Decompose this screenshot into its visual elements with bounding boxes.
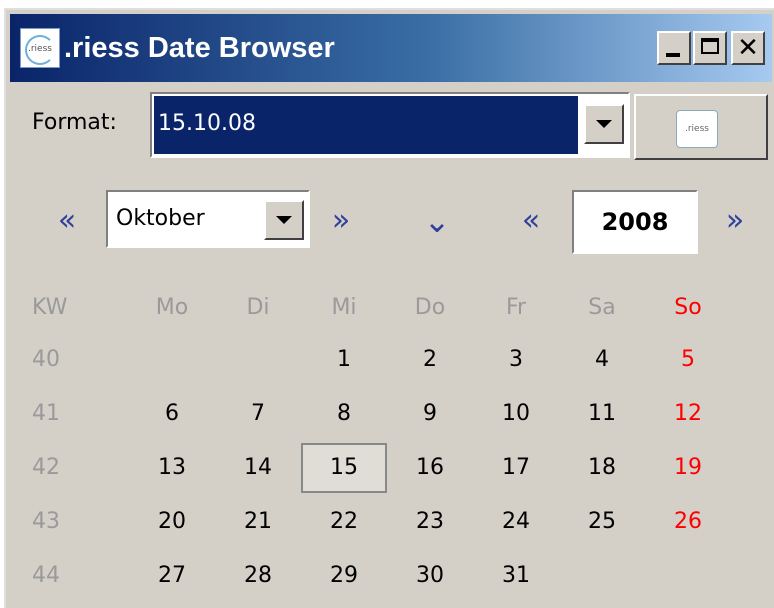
week-number: 40 bbox=[32, 347, 60, 372]
year-field[interactable]: 2008 bbox=[572, 190, 698, 254]
week-number: 42 bbox=[32, 455, 60, 480]
weekday-header: So bbox=[674, 295, 702, 320]
day-cell[interactable]: 29 bbox=[304, 556, 384, 596]
title-bar[interactable]: .riess .riess Date Browser ✕ bbox=[10, 14, 772, 82]
weekday-header: Mo bbox=[155, 295, 189, 320]
day-cell[interactable]: 11 bbox=[562, 394, 642, 434]
riess-logo-icon: .riess bbox=[676, 110, 718, 148]
day-cell[interactable]: 12 bbox=[648, 394, 728, 434]
day-cell[interactable]: 9 bbox=[390, 394, 470, 434]
riess-logo-icon: .riess bbox=[20, 28, 60, 68]
format-label: Format: bbox=[32, 110, 117, 135]
prev-year-icon[interactable]: « bbox=[514, 200, 548, 242]
day-cell[interactable]: 30 bbox=[390, 556, 470, 596]
week-number: 43 bbox=[32, 509, 60, 534]
day-cell[interactable]: 17 bbox=[476, 448, 556, 488]
week-number: 44 bbox=[32, 563, 60, 588]
day-cell[interactable]: 14 bbox=[218, 448, 298, 488]
minimize-icon bbox=[666, 53, 680, 57]
day-cell[interactable]: 8 bbox=[304, 394, 384, 434]
chevron-down-icon bbox=[596, 120, 612, 128]
weekday-header: Do bbox=[414, 295, 446, 320]
day-cell[interactable]: 6 bbox=[132, 394, 212, 434]
weekday-header: Fr bbox=[505, 295, 527, 320]
day-cell[interactable]: 7 bbox=[218, 394, 298, 434]
day-cell[interactable]: 20 bbox=[132, 502, 212, 542]
format-value[interactable]: 15.10.08 bbox=[154, 96, 578, 154]
day-cell[interactable]: 24 bbox=[476, 502, 556, 542]
month-value: Oktober bbox=[116, 206, 205, 231]
day-cell[interactable]: 10 bbox=[476, 394, 556, 434]
window-title: .riess Date Browser bbox=[64, 32, 335, 64]
next-month-icon[interactable]: » bbox=[324, 200, 358, 242]
format-combo[interactable]: 15.10.08 bbox=[150, 92, 630, 158]
month-dropdown-button[interactable] bbox=[264, 200, 304, 240]
maximize-button[interactable] bbox=[693, 31, 727, 65]
date-browser-window: .riess .riess Date Browser ✕ Format: 15.… bbox=[4, 8, 774, 608]
weekday-header: Sa bbox=[588, 295, 616, 320]
selected-day[interactable]: 15 bbox=[301, 443, 387, 493]
weekday-header: KW bbox=[32, 295, 68, 320]
day-cell[interactable]: 26 bbox=[648, 502, 728, 542]
weekday-header: Di bbox=[246, 295, 270, 320]
day-cell[interactable]: 31 bbox=[476, 556, 556, 596]
weekday-header: Mi bbox=[331, 295, 357, 320]
format-dropdown-button[interactable] bbox=[584, 104, 624, 144]
day-cell[interactable]: 28 bbox=[218, 556, 298, 596]
week-number: 41 bbox=[32, 401, 60, 426]
riess-button[interactable]: .riess bbox=[634, 94, 768, 160]
day-cell[interactable]: 3 bbox=[476, 340, 556, 380]
close-button[interactable]: ✕ bbox=[731, 31, 765, 65]
day-cell[interactable]: 23 bbox=[390, 502, 470, 542]
day-cell[interactable]: 27 bbox=[132, 556, 212, 596]
day-cell[interactable]: 18 bbox=[562, 448, 642, 488]
chevron-down-icon bbox=[276, 216, 292, 224]
day-cell[interactable]: 19 bbox=[648, 448, 728, 488]
day-cell[interactable]: 4 bbox=[562, 340, 642, 380]
day-cell[interactable]: 22 bbox=[304, 502, 384, 542]
day-cell[interactable]: 5 bbox=[648, 340, 728, 380]
maximize-icon bbox=[701, 38, 719, 54]
prev-month-icon[interactable]: « bbox=[50, 200, 84, 242]
day-cell[interactable]: 16 bbox=[390, 448, 470, 488]
day-cell[interactable]: 1 bbox=[304, 340, 384, 380]
month-select[interactable]: Oktober bbox=[106, 190, 310, 248]
day-cell[interactable]: 21 bbox=[218, 502, 298, 542]
expand-icon[interactable]: ⌄ bbox=[420, 200, 454, 242]
day-cell[interactable]: 13 bbox=[132, 448, 212, 488]
close-icon: ✕ bbox=[737, 33, 759, 63]
minimize-button[interactable] bbox=[657, 31, 691, 65]
next-year-icon[interactable]: » bbox=[718, 200, 752, 242]
day-cell[interactable]: 25 bbox=[562, 502, 642, 542]
day-cell[interactable]: 2 bbox=[390, 340, 470, 380]
